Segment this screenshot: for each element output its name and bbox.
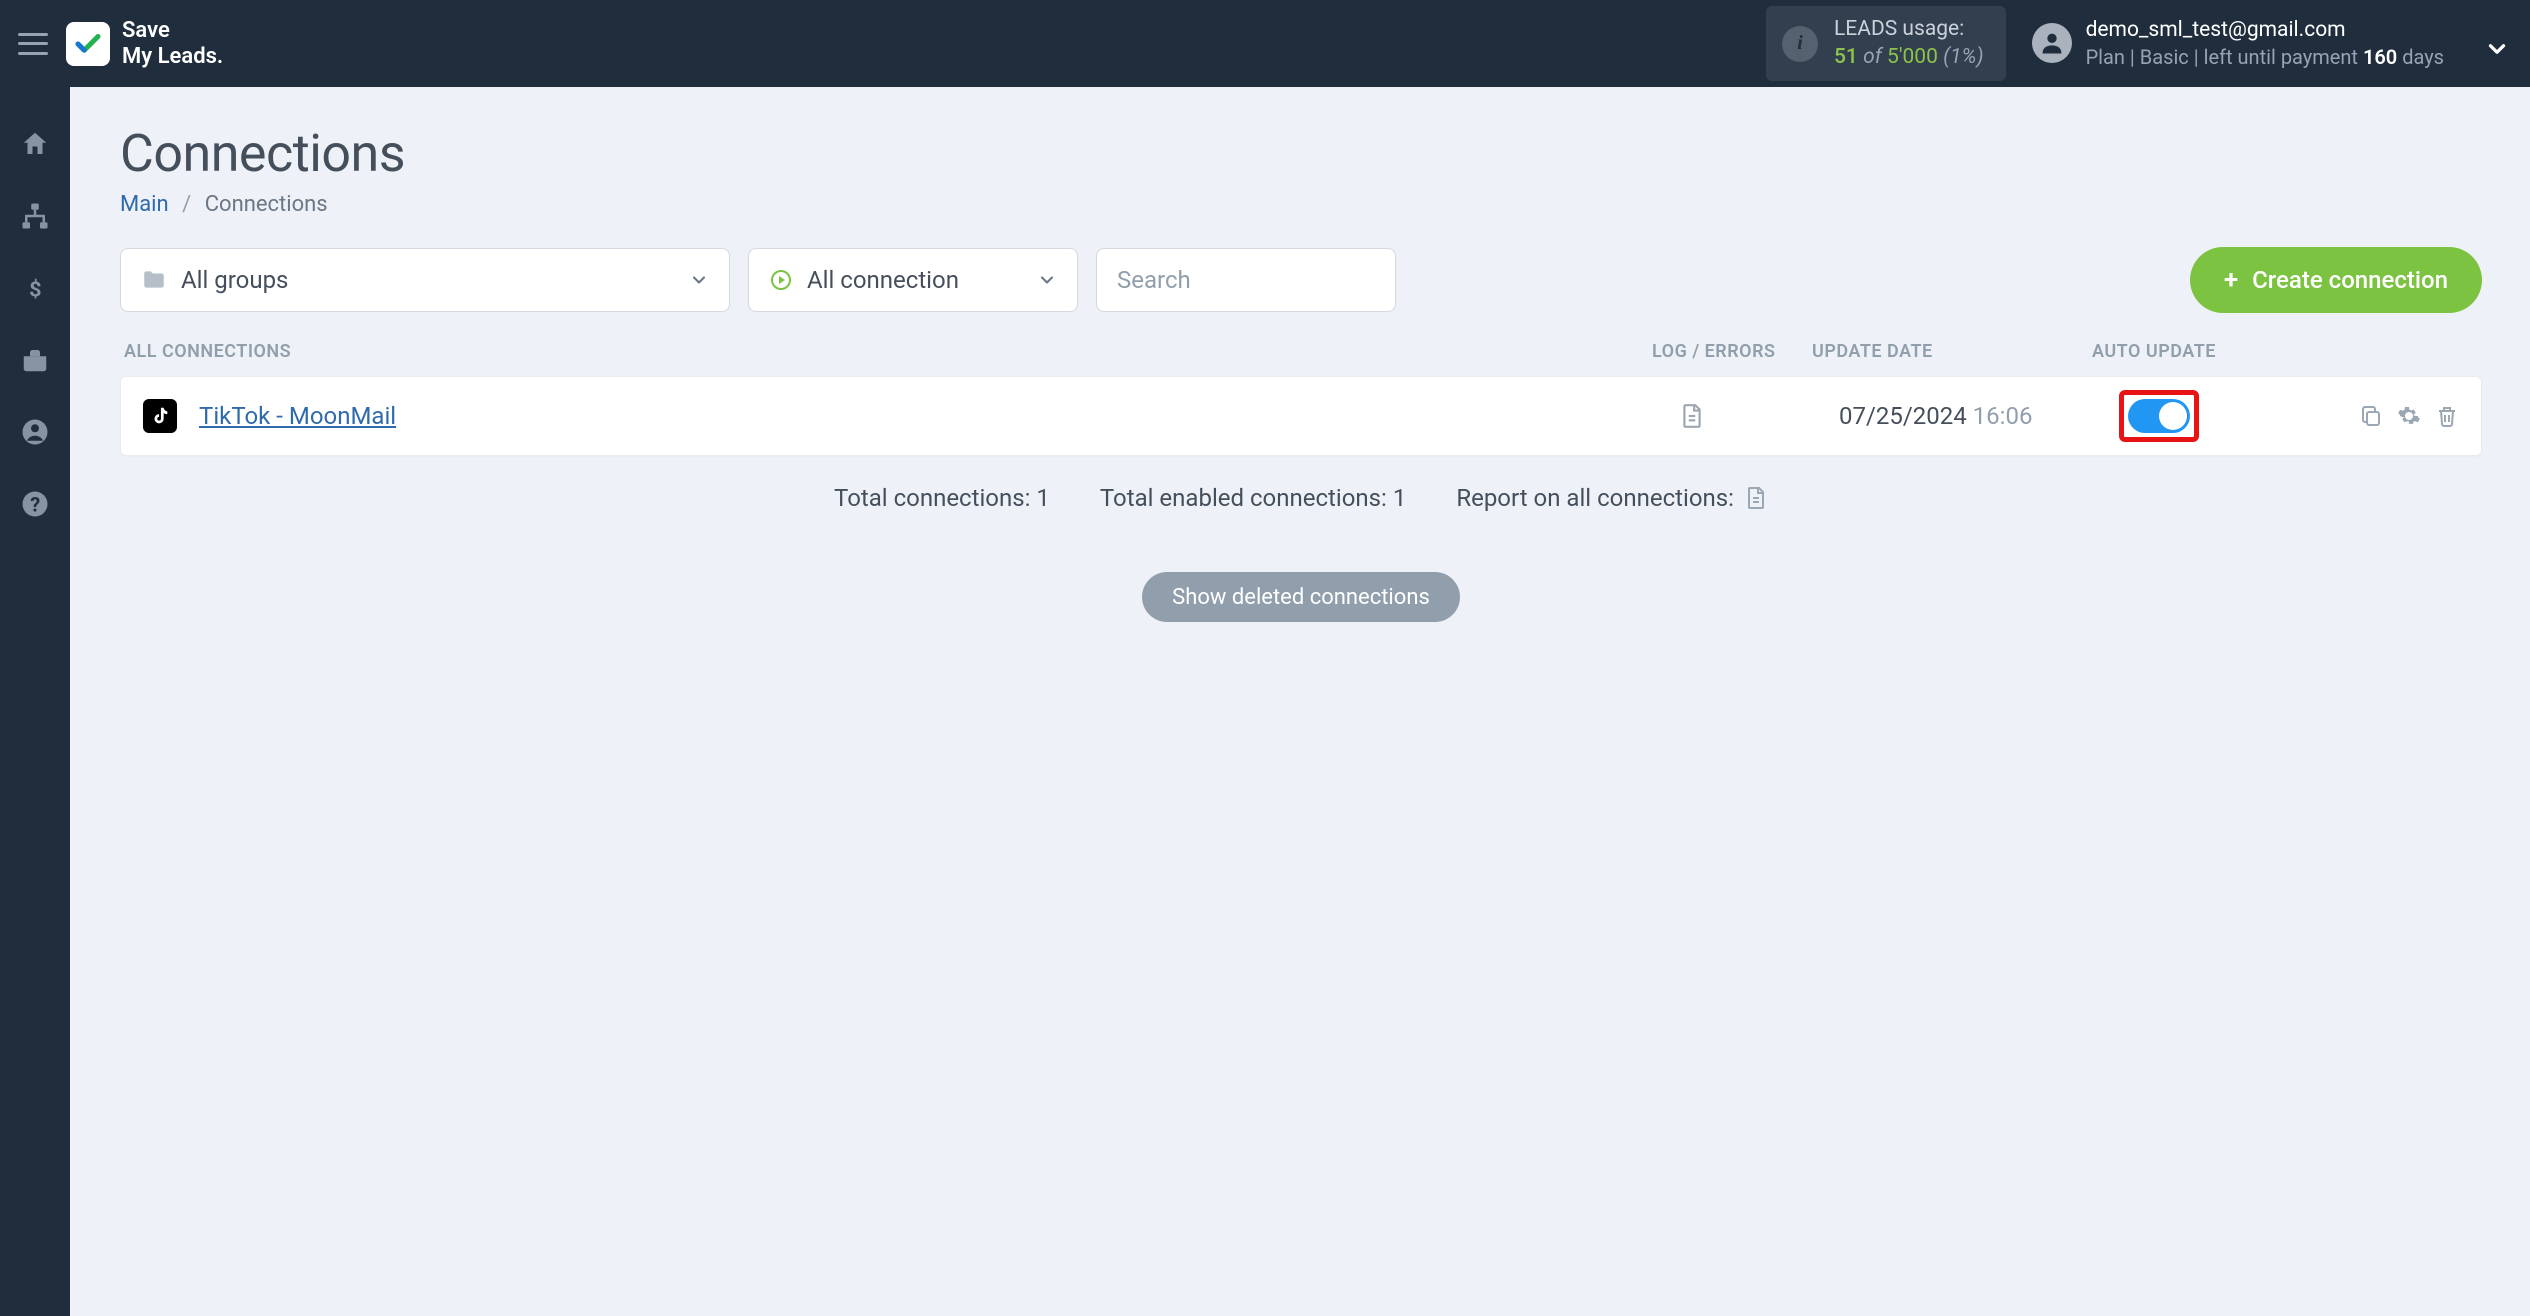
- svg-text:?: ?: [30, 493, 40, 517]
- column-log: LOG / ERRORS: [1652, 341, 1812, 362]
- summary-report: Report on all connections:: [1456, 484, 1768, 512]
- topbar: Save My Leads. i LEADS usage: 51 of 5'00…: [0, 0, 2530, 87]
- chevron-down-icon: [689, 270, 709, 290]
- leads-used: 51: [1834, 45, 1858, 69]
- sidebar-item-billing[interactable]: $: [18, 271, 52, 305]
- update-date: 07/25/2024: [1839, 402, 1967, 430]
- avatar-icon: [2032, 23, 2072, 63]
- user-plan-name: Basic: [2140, 45, 2189, 69]
- breadcrumb-home-link[interactable]: Main: [120, 192, 169, 217]
- leads-usage-text: LEADS usage: 51 of 5'000 (1%): [1834, 16, 1984, 71]
- update-time: 16:06: [1973, 402, 2033, 430]
- sidebar-item-help[interactable]: ?: [18, 487, 52, 521]
- play-circle-icon: [769, 268, 793, 292]
- create-connection-button[interactable]: + Create connection: [2190, 247, 2482, 313]
- gear-icon[interactable]: [2397, 404, 2421, 428]
- user-plan-prefix: Plan |: [2086, 45, 2135, 69]
- leads-percent: (1%): [1943, 45, 1983, 69]
- user-info: demo_sml_test@gmail.com Plan | Basic | l…: [2086, 17, 2444, 70]
- brand-line2: My Leads.: [122, 44, 223, 69]
- leads-limit: 5'000: [1887, 45, 1938, 69]
- leads-usage-label: LEADS usage:: [1834, 16, 1984, 43]
- main-content: Connections Main / Connections All group…: [70, 87, 2530, 1316]
- column-date: UPDATE DATE: [1812, 341, 2092, 362]
- breadcrumb-separator: /: [182, 192, 191, 217]
- user-menu[interactable]: demo_sml_test@gmail.com Plan | Basic | l…: [2032, 17, 2444, 70]
- groups-select-label: All groups: [181, 266, 288, 294]
- brand-logo[interactable]: Save My Leads.: [66, 18, 223, 69]
- show-deleted-button[interactable]: Show deleted connections: [1142, 572, 1460, 622]
- row-actions: [2319, 404, 2459, 428]
- summary-total: Total connections: 1: [834, 484, 1050, 512]
- svg-text:$: $: [29, 277, 41, 302]
- user-email: demo_sml_test@gmail.com: [2086, 17, 2444, 44]
- leads-of: of: [1863, 45, 1882, 69]
- brand-text: Save My Leads.: [122, 18, 223, 69]
- chevron-down-icon: [1037, 270, 1057, 290]
- row-auto-cell: [2119, 390, 2319, 442]
- report-document-icon[interactable]: [1744, 486, 1768, 510]
- sidebar-item-connections[interactable]: [18, 199, 52, 233]
- status-select[interactable]: All connection: [748, 248, 1078, 312]
- page-title: Connections: [120, 123, 2482, 184]
- leads-usage-box[interactable]: i LEADS usage: 51 of 5'000 (1%): [1766, 6, 2006, 81]
- table-header: ALL CONNECTIONS LOG / ERRORS UPDATE DATE…: [120, 341, 2482, 376]
- column-name: ALL CONNECTIONS: [124, 341, 1652, 362]
- row-date-cell: 07/25/2024 16:06: [1839, 402, 2119, 430]
- brand-line1: Save: [122, 18, 223, 43]
- search-input[interactable]: [1096, 248, 1396, 312]
- summary-row: Total connections: 1 Total enabled conne…: [120, 484, 2482, 512]
- breadcrumb: Main / Connections: [120, 192, 2482, 217]
- sidebar-item-toolbox[interactable]: [18, 343, 52, 377]
- row-log-cell: [1679, 403, 1839, 429]
- summary-enabled: Total enabled connections: 1: [1100, 484, 1406, 512]
- connection-name-link[interactable]: TikTok - MoonMail: [199, 402, 1679, 430]
- summary-report-label: Report on all connections:: [1456, 484, 1734, 512]
- sidebar: $ ?: [0, 87, 70, 1316]
- folder-icon: [141, 267, 167, 293]
- chevron-down-icon[interactable]: [2484, 36, 2510, 62]
- toggle-knob: [2159, 402, 2187, 430]
- table-row: TikTok - MoonMail 07/25/2024 16:06: [120, 376, 2482, 456]
- auto-update-toggle[interactable]: [2128, 399, 2190, 433]
- auto-update-highlight: [2119, 390, 2199, 442]
- groups-select[interactable]: All groups: [120, 248, 730, 312]
- menu-toggle-button[interactable]: [18, 33, 48, 55]
- filters-row: All groups All connection + Create conne…: [120, 247, 2482, 313]
- user-plan-mid: | left until payment: [2194, 45, 2358, 69]
- user-days-left: 160: [2363, 45, 2397, 69]
- user-days-word: days: [2402, 45, 2444, 69]
- log-document-icon[interactable]: [1679, 403, 1705, 429]
- column-auto: AUTO UPDATE: [2092, 341, 2292, 362]
- copy-icon[interactable]: [2359, 404, 2383, 428]
- logo-icon: [66, 22, 110, 66]
- sidebar-item-account[interactable]: [18, 415, 52, 449]
- connection-app-icon: [143, 399, 177, 433]
- info-icon: i: [1782, 26, 1818, 62]
- status-select-label: All connection: [807, 266, 959, 294]
- create-connection-label: Create connection: [2252, 266, 2448, 294]
- sidebar-item-home[interactable]: [18, 127, 52, 161]
- trash-icon[interactable]: [2435, 404, 2459, 428]
- breadcrumb-current: Connections: [205, 192, 328, 217]
- plus-icon: +: [2224, 265, 2238, 295]
